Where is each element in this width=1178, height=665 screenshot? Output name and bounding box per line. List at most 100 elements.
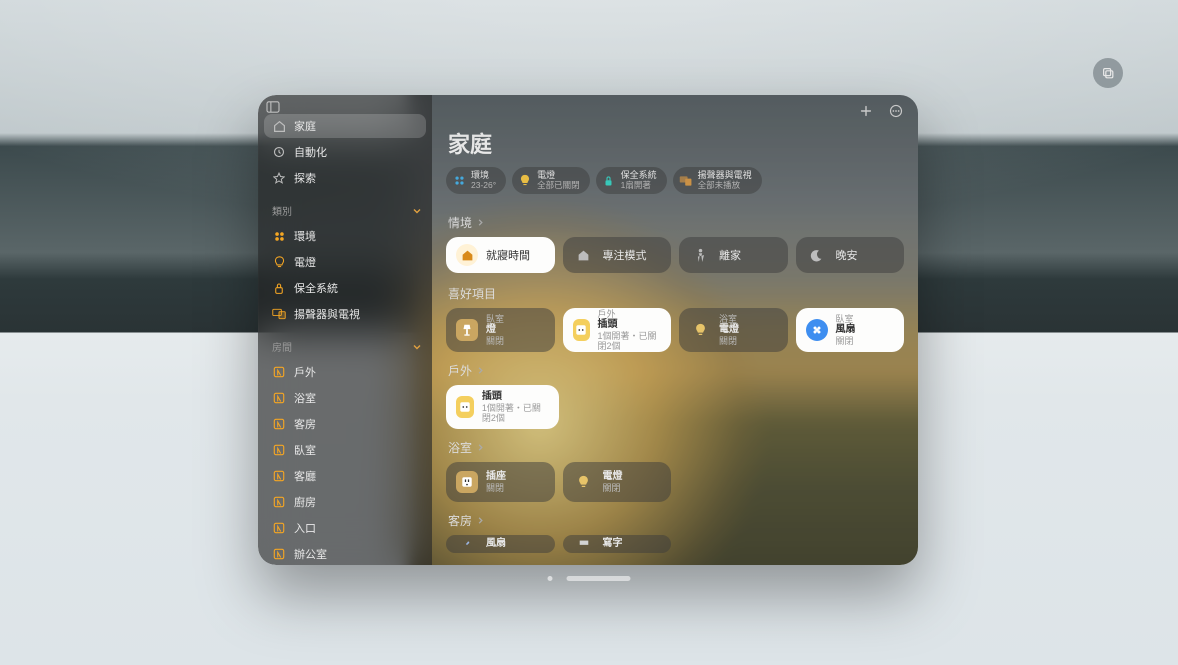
sidebar-toggle-icon[interactable] bbox=[266, 101, 280, 113]
section-header-label: 浴室 bbox=[448, 439, 472, 456]
overlap-squares-icon bbox=[1101, 66, 1115, 80]
sidebar-item-room-entry[interactable]: 入口 bbox=[264, 516, 426, 540]
sidebar-item-home[interactable]: 家庭 bbox=[264, 114, 426, 138]
tile-room: 浴室 bbox=[719, 314, 739, 324]
tile-state: 關閉 bbox=[603, 483, 623, 493]
favorite-tile-bathroom-light[interactable]: 浴室電燈關閉 bbox=[679, 308, 788, 352]
sidebar-item-discover[interactable]: 探索 bbox=[264, 166, 426, 190]
room-icon bbox=[272, 548, 286, 560]
sidebar-item-label: 保全系統 bbox=[294, 280, 338, 296]
sidebar-header-rooms[interactable]: 房間 bbox=[264, 335, 426, 358]
sidebar-item-room-bedroom[interactable]: 臥室 bbox=[264, 438, 426, 462]
status-chip-climate[interactable]: 環境23-26° bbox=[446, 167, 506, 194]
sidebar-item-label: 客房 bbox=[294, 416, 316, 432]
sidebar-item-label: 入口 bbox=[294, 520, 316, 536]
room-icon bbox=[272, 470, 286, 482]
sidebar-item-lights[interactable]: 電燈 bbox=[264, 250, 426, 274]
section-header-guest[interactable]: 客房 bbox=[448, 512, 904, 529]
window-close-dot[interactable] bbox=[548, 576, 553, 581]
tile-room: 戶外 bbox=[598, 309, 661, 319]
plug-icon bbox=[456, 396, 474, 418]
status-chip-security[interactable]: 保全系統1扇開著 bbox=[596, 167, 667, 194]
sidebar-header-label: 類別 bbox=[272, 203, 292, 218]
section-header-scenes[interactable]: 情境 bbox=[448, 214, 904, 231]
bulb-icon bbox=[689, 319, 711, 341]
status-chip-subtitle: 1扇開著 bbox=[621, 181, 657, 190]
favorite-tile-bedroom-lamp[interactable]: 臥室燈關閉 bbox=[446, 308, 555, 352]
sidebar-item-security[interactable]: 保全系統 bbox=[264, 276, 426, 300]
bathroom-tile-outlet[interactable]: 插座關閉 bbox=[446, 462, 555, 502]
visionos-home-indicator[interactable] bbox=[548, 576, 631, 581]
window-switcher-button[interactable] bbox=[1093, 58, 1123, 88]
favorite-tile-outdoor-plug[interactable]: 戶外插頭1個開著・已關閉2個 bbox=[563, 308, 672, 352]
status-chip-lights[interactable]: 電燈全部已關閉 bbox=[512, 167, 590, 194]
sidebar-item-room-living[interactable]: 客廳 bbox=[264, 464, 426, 488]
home-app-window: 家庭 自動化 探索 類別 環境 電燈 保全系統 揚聲器與電視 bbox=[258, 95, 918, 565]
section-header-outdoor[interactable]: 戶外 bbox=[448, 362, 904, 379]
sidebar-item-room-outdoor[interactable]: 戶外 bbox=[264, 360, 426, 384]
scene-leave[interactable]: 離家 bbox=[679, 237, 788, 273]
sidebar-item-label: 客廳 bbox=[294, 468, 316, 484]
sidebar-item-room-kitchen[interactable]: 廚房 bbox=[264, 490, 426, 514]
room-icon bbox=[272, 392, 286, 404]
scene-label: 晚安 bbox=[836, 247, 858, 263]
window-drag-bar[interactable] bbox=[567, 576, 631, 581]
sidebar-item-label: 環境 bbox=[294, 228, 316, 244]
lamp-icon bbox=[456, 319, 478, 341]
chevron-down-icon bbox=[412, 342, 422, 352]
tile-name: 插頭 bbox=[598, 319, 661, 331]
tile-name: 電燈 bbox=[719, 324, 739, 336]
tile-room: 臥室 bbox=[486, 314, 504, 324]
outdoor-tile-plug[interactable]: 插頭1個開著・已關閉2個 bbox=[446, 385, 559, 429]
room-icon bbox=[272, 366, 286, 378]
sidebar-item-label: 家庭 bbox=[294, 118, 316, 134]
scene-focus[interactable]: 專注模式 bbox=[563, 237, 672, 273]
page-title: 家庭 bbox=[448, 127, 904, 159]
more-button[interactable] bbox=[888, 103, 904, 119]
scene-bedtime[interactable]: 就寢時間 bbox=[446, 237, 555, 273]
sidebar-item-climate[interactable]: 環境 bbox=[264, 224, 426, 248]
add-accessory-button[interactable] bbox=[858, 103, 874, 119]
lock-icon bbox=[272, 282, 286, 295]
house-icon bbox=[573, 244, 595, 266]
sidebar-item-label: 浴室 bbox=[294, 390, 316, 406]
sidebar-item-label: 辦公室 bbox=[294, 546, 327, 562]
sidebar-item-room-bathroom[interactable]: 浴室 bbox=[264, 386, 426, 410]
section-header-favorites[interactable]: 喜好項目 bbox=[448, 285, 904, 302]
tile-name: 風扇 bbox=[486, 538, 506, 550]
guest-tile-desk[interactable]: 寫字 bbox=[563, 535, 672, 553]
favorite-tile-bedroom-fan[interactable]: 臥室風扇關閉 bbox=[796, 308, 905, 352]
room-icon bbox=[272, 496, 286, 508]
climate-icon bbox=[452, 174, 466, 188]
bathroom-tile-light[interactable]: 電燈關閉 bbox=[563, 462, 672, 502]
sidebar-toolbar bbox=[264, 101, 426, 113]
room-icon bbox=[272, 444, 286, 456]
sidebar-item-room-office[interactable]: 辦公室 bbox=[264, 542, 426, 565]
status-chip-speakers-tv[interactable]: 揚聲器與電視全部未播放 bbox=[673, 167, 762, 194]
fan-icon bbox=[456, 535, 478, 553]
bulb-icon bbox=[518, 174, 532, 188]
scene-goodnight[interactable]: 晚安 bbox=[796, 237, 905, 273]
fan-icon bbox=[806, 319, 828, 341]
sidebar-item-label: 揚聲器與電視 bbox=[294, 306, 360, 322]
status-chip-subtitle: 全部未播放 bbox=[698, 181, 752, 190]
status-chip-row: 環境23-26° 電燈全部已關閉 保全系統1扇開著 揚聲器與電視全部未播放 bbox=[446, 167, 904, 194]
tile-state: 1個開著・已關閉2個 bbox=[598, 331, 661, 352]
section-header-bathroom[interactable]: 浴室 bbox=[448, 439, 904, 456]
sidebar-item-label: 探索 bbox=[294, 170, 316, 186]
tile-name: 風扇 bbox=[836, 324, 856, 336]
guest-tile-fan[interactable]: 風扇 bbox=[446, 535, 555, 553]
sidebar-item-label: 電燈 bbox=[294, 254, 316, 270]
chevron-down-icon bbox=[412, 206, 422, 216]
sidebar-item-automation[interactable]: 自動化 bbox=[264, 140, 426, 164]
tv-speaker-icon bbox=[272, 308, 286, 320]
sidebar-item-label: 戶外 bbox=[294, 364, 316, 380]
section-header-label: 戶外 bbox=[448, 362, 472, 379]
status-chip-subtitle: 23-26° bbox=[471, 181, 496, 190]
sidebar-item-room-guest[interactable]: 客房 bbox=[264, 412, 426, 436]
sidebar-item-speakers-tv[interactable]: 揚聲器與電視 bbox=[264, 302, 426, 326]
desk-icon bbox=[573, 535, 595, 553]
chevron-right-icon bbox=[476, 218, 485, 227]
sidebar-header-categories[interactable]: 類別 bbox=[264, 199, 426, 222]
tile-name: 電燈 bbox=[603, 471, 623, 483]
